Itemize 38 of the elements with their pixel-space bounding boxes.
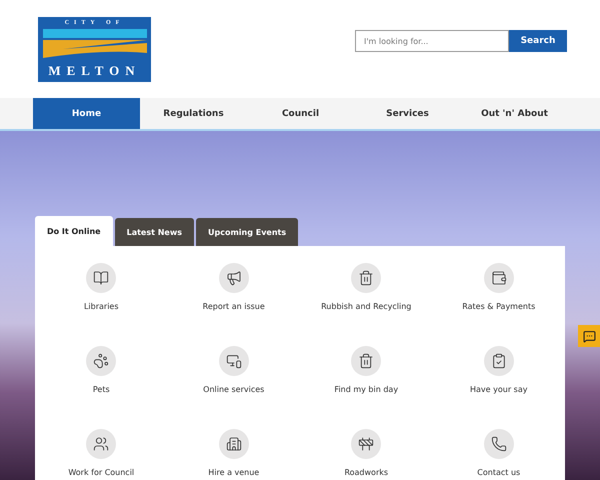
service-link[interactable]: Find my bin day (334, 385, 398, 394)
service-link[interactable]: Rubbish and Recycling (321, 302, 412, 311)
nav-item[interactable]: Services (354, 98, 461, 129)
nav-item[interactable]: Council (247, 98, 354, 129)
building-icon[interactable] (218, 429, 249, 459)
service-link[interactable]: Work for Council (68, 468, 134, 477)
service-link[interactable]: Roadworks (344, 468, 388, 477)
service-link[interactable]: Hire a venue (208, 468, 260, 477)
wallet-icon[interactable] (484, 263, 514, 293)
nav-item[interactable]: Out 'n' About (461, 98, 568, 129)
logo-name-text: MELTON (48, 62, 141, 78)
megaphone-icon[interactable] (218, 263, 249, 293)
bin-icon[interactable] (351, 263, 382, 293)
service-link[interactable]: Rates & Payments (462, 302, 536, 311)
tab[interactable]: Do It Online (35, 216, 113, 246)
service-link[interactable]: Online services (203, 385, 264, 394)
bin-icon[interactable] (351, 346, 382, 376)
search-field[interactable]: I'm looking for... (355, 30, 509, 52)
book-icon[interactable] (86, 263, 116, 293)
tab[interactable]: Upcoming Events (196, 218, 298, 246)
service-link[interactable]: Libraries (84, 302, 119, 311)
tab[interactable]: Latest News (114, 218, 194, 246)
service-link[interactable]: Have your say (470, 385, 528, 394)
chat-button[interactable] (578, 325, 600, 347)
service-link[interactable]: Pets (92, 385, 110, 394)
paw-print-icon[interactable] (86, 346, 116, 376)
service-link[interactable]: Report an issue (202, 302, 265, 311)
phone-icon[interactable] (484, 429, 514, 459)
clipboard-check-icon[interactable] (484, 346, 514, 376)
chat-icon (582, 330, 596, 342)
logo-stripes-icon (42, 29, 146, 59)
nav-item[interactable]: Home (33, 98, 140, 129)
people-icon[interactable] (86, 429, 116, 459)
barrier-icon[interactable] (351, 429, 382, 459)
service-link[interactable]: Contact us (477, 468, 520, 477)
nav-item[interactable]: Regulations (140, 98, 247, 129)
search-button[interactable]: Search (509, 30, 567, 52)
devices-icon[interactable] (218, 346, 249, 376)
